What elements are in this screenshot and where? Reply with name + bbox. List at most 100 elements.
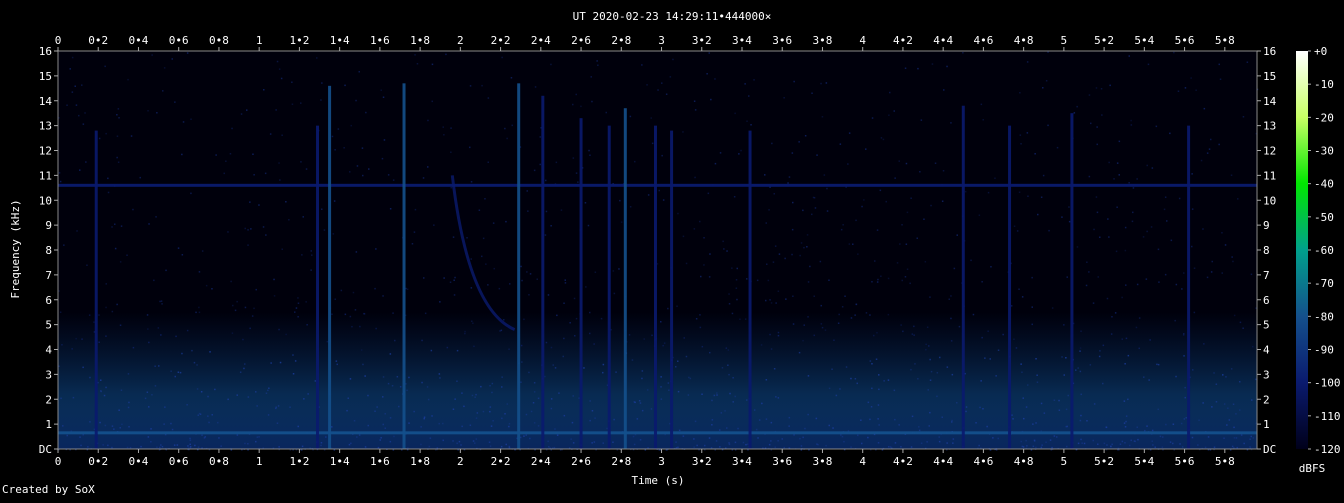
noise-dot [478, 209, 481, 211]
noise-dot [262, 226, 265, 228]
noise-dot [1124, 249, 1127, 252]
noise-dot [492, 222, 495, 224]
noise-dot [734, 395, 736, 398]
noise-dot [875, 358, 878, 360]
noise-dot [650, 408, 653, 410]
noise-dot [965, 406, 968, 408]
noise-dot [301, 445, 304, 448]
noise-dot [941, 200, 944, 202]
noise-dot [539, 163, 541, 166]
noise-dot [320, 442, 323, 444]
noise-dot [820, 323, 823, 325]
noise-dot [1040, 196, 1043, 198]
noise-dot [316, 57, 318, 59]
noise-dot [745, 443, 747, 446]
noise-dot [994, 177, 996, 179]
y-tick-label: 2 [45, 393, 52, 406]
noise-dot [1197, 444, 1199, 446]
noise-dot [365, 111, 367, 114]
x-tick-label: 0 [55, 455, 62, 468]
noise-dot [682, 131, 684, 133]
noise-dot [352, 291, 355, 294]
colorbar-tick-label: -40 [1314, 178, 1334, 191]
noise-dot [571, 421, 574, 424]
noise-dot [602, 442, 604, 444]
noise-dot [1184, 396, 1186, 399]
noise-dot [100, 379, 102, 381]
noise-dot [534, 86, 537, 88]
colorbar-tick-label: -90 [1314, 344, 1334, 357]
noise-dot [878, 424, 880, 426]
noise-dot [431, 63, 434, 66]
x-tick-label-top: 0•6 [169, 34, 189, 47]
noise-dot [1095, 196, 1098, 198]
noise-dot [244, 363, 246, 365]
noise-dot [855, 303, 858, 306]
noise-dot [160, 334, 162, 336]
noise-dot [920, 119, 923, 121]
noise-dot [675, 366, 677, 368]
noise-dot [980, 103, 983, 106]
noise-dot [880, 275, 882, 277]
noise-dot [423, 416, 426, 418]
noise-dot [1174, 319, 1176, 322]
noise-dot [721, 367, 724, 369]
noise-dot [641, 64, 643, 66]
noise-dot [75, 337, 77, 340]
y-tick-label-right: 8 [1263, 244, 1270, 257]
noise-dot [333, 200, 336, 202]
noise-dot [201, 434, 203, 436]
noise-dot [811, 92, 813, 94]
noise-dot [876, 281, 879, 283]
noise-dot [765, 299, 767, 302]
noise-dot [1119, 443, 1122, 445]
noise-dot [231, 332, 234, 334]
noise-dot [186, 404, 188, 406]
noise-dot [1048, 229, 1050, 232]
noise-dot [450, 186, 452, 189]
noise-dot [240, 113, 243, 115]
noise-dot [728, 443, 731, 446]
noise-dot [1127, 398, 1129, 401]
noise-dot [1211, 406, 1213, 408]
x-tick-label-top: 2 [457, 34, 464, 47]
noise-dot [1080, 438, 1082, 441]
noise-dot [1073, 112, 1076, 114]
noise-dot [802, 339, 804, 342]
noise-dot [1016, 230, 1019, 232]
noise-dot [841, 435, 844, 438]
noise-dot [777, 334, 780, 337]
y-tick-label-right: 9 [1263, 219, 1270, 232]
noise-dot [547, 440, 549, 443]
noise-dot [1191, 208, 1194, 210]
noise-dot [980, 380, 982, 382]
noise-dot [427, 166, 429, 168]
noise-dot [722, 240, 724, 243]
noise-dot [685, 262, 688, 265]
x-tick-label-top: 0•2 [88, 34, 108, 47]
noise-dot [392, 312, 394, 314]
noise-dot [753, 79, 755, 81]
noise-dot [1145, 278, 1148, 280]
noise-dot [473, 345, 475, 348]
noise-dot [243, 367, 245, 370]
noise-dot [1088, 94, 1091, 96]
noise-dot [537, 425, 540, 427]
noise-dot [800, 242, 803, 244]
noise-dot [1124, 363, 1126, 365]
noise-dot [533, 169, 536, 172]
noise-dot [480, 385, 482, 388]
noise-dot [575, 317, 578, 320]
noise-dot [1032, 445, 1035, 448]
noise-dot [913, 325, 915, 328]
noise-dot [310, 269, 312, 271]
noise-dot [1132, 211, 1134, 214]
noise-dot [100, 390, 102, 393]
noise-dot [117, 161, 120, 163]
noise-dot [569, 322, 571, 324]
noise-dot [714, 162, 717, 165]
noise-dot [703, 264, 705, 266]
noise-dot [711, 424, 713, 426]
noise-dot [962, 52, 964, 54]
noise-dot [288, 219, 290, 221]
